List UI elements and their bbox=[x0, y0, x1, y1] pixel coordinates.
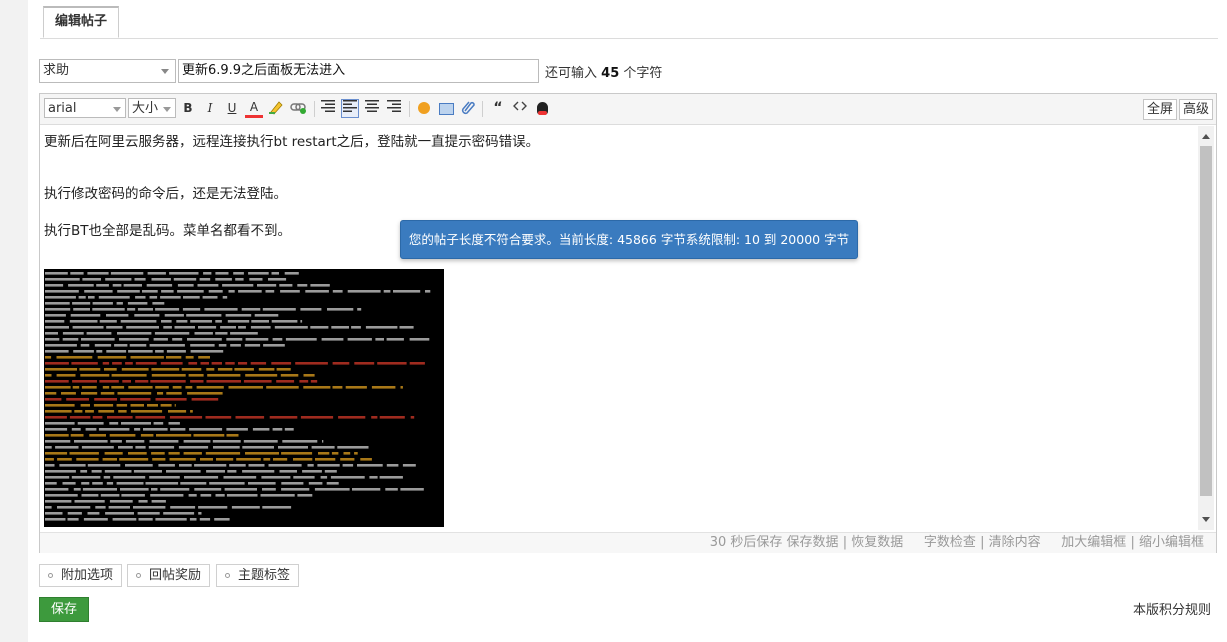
code-icon[interactable] bbox=[511, 99, 529, 118]
post-header-row: 求助 更新6.9.9之后面板无法进入 还可输入 45 个字符 bbox=[39, 59, 1219, 83]
font-size-value: 大小 bbox=[132, 101, 159, 116]
font-family-value: arial bbox=[48, 101, 77, 116]
shrink-editor-link[interactable]: 缩小编辑框 bbox=[1139, 535, 1204, 550]
reply-reward-label: 回帖奖励 bbox=[149, 568, 202, 583]
align-center-icon[interactable] bbox=[363, 99, 381, 118]
image-icon[interactable] bbox=[437, 99, 455, 118]
tab-bar: 编辑帖子 bbox=[40, 0, 1218, 39]
chevron-down-icon bbox=[113, 107, 121, 112]
topic-tags-label: 主题标签 bbox=[238, 568, 291, 583]
word-check-link[interactable]: 字数检查 bbox=[924, 535, 976, 550]
qq-icon[interactable] bbox=[533, 99, 551, 118]
toolbar-divider bbox=[482, 101, 483, 117]
left-strip bbox=[0, 0, 28, 642]
rich-text-editor: arial 大小 B I U A “ 全屏 高级 更新后在阿里云服务器，远程连接… bbox=[39, 93, 1217, 553]
autosave-text: 30 秒后保存 bbox=[709, 535, 783, 550]
toolbar-divider bbox=[409, 101, 410, 117]
clear-content-link[interactable]: 清除内容 bbox=[989, 535, 1041, 550]
align-right-icon[interactable] bbox=[385, 99, 403, 118]
scroll-down-icon[interactable] bbox=[1202, 517, 1210, 522]
remain-prefix: 还可输入 bbox=[545, 66, 598, 81]
content-line: 更新后在阿里云服务器，远程连接执行bt restart之后，登陆就一直提示密码错… bbox=[44, 134, 540, 150]
remain-count: 45 bbox=[601, 66, 620, 81]
content-line: 执行修改密码的命令后，还是无法登陆。 bbox=[44, 186, 287, 202]
editor-content[interactable]: 更新后在阿里云服务器，远程连接执行bt restart之后，登陆就一直提示密码错… bbox=[44, 130, 1194, 530]
advanced-button[interactable]: 高级 bbox=[1179, 99, 1214, 120]
align-justify-icon[interactable] bbox=[341, 99, 359, 118]
extra-options-button[interactable]: 附加选项 bbox=[39, 564, 123, 587]
editor-statusbar: 30 秒后保存 保存数据 | 恢复数据 字数检查 | 清除内容 加大编辑框 | … bbox=[40, 532, 1216, 553]
underline-button[interactable]: U bbox=[223, 99, 241, 118]
title-input[interactable]: 更新6.9.9之后面板无法进入 bbox=[178, 59, 539, 83]
attachment-icon[interactable] bbox=[459, 99, 477, 118]
chevron-down-icon bbox=[163, 107, 171, 112]
separator: | bbox=[1130, 535, 1135, 550]
highlight-icon[interactable] bbox=[267, 99, 285, 118]
separator: | bbox=[842, 535, 848, 550]
bullet-icon bbox=[48, 573, 53, 578]
bullet-icon bbox=[225, 573, 230, 578]
align-left-icon[interactable] bbox=[319, 99, 337, 118]
toolbar-divider bbox=[314, 101, 315, 117]
scroll-up-icon[interactable] bbox=[1202, 134, 1210, 139]
enlarge-editor-link[interactable]: 加大编辑框 bbox=[1061, 535, 1126, 550]
forum-rules-link[interactable]: 本版积分规则 bbox=[1133, 599, 1211, 618]
save-data-link[interactable]: 保存数据 bbox=[787, 535, 839, 550]
post-type-select[interactable]: 求助 bbox=[39, 59, 176, 83]
remain-suffix: 个字符 bbox=[623, 66, 663, 81]
font-color-button[interactable]: A bbox=[245, 99, 263, 118]
scrollbar-thumb[interactable] bbox=[1200, 146, 1212, 496]
italic-button[interactable]: I bbox=[201, 99, 219, 118]
link-icon[interactable] bbox=[289, 99, 307, 118]
quote-icon[interactable]: “ bbox=[489, 99, 507, 118]
editor-toolbar: arial 大小 B I U A “ 全屏 高级 bbox=[40, 94, 1216, 125]
post-type-value: 求助 bbox=[43, 63, 70, 78]
content-line: 执行BT也全部是乱码。菜单名都看不到。 bbox=[44, 223, 292, 239]
bold-button[interactable]: B bbox=[179, 99, 197, 118]
restore-data-link[interactable]: 恢复数据 bbox=[851, 535, 903, 550]
extra-options-label: 附加选项 bbox=[61, 568, 114, 583]
save-button[interactable]: 保存 bbox=[39, 597, 89, 622]
fullscreen-button[interactable]: 全屏 bbox=[1143, 99, 1178, 120]
editor-scrollbar[interactable] bbox=[1198, 126, 1214, 530]
font-family-select[interactable]: arial bbox=[44, 98, 126, 118]
remaining-chars: 还可输入 45 个字符 bbox=[545, 62, 662, 81]
terminal-screenshot-image bbox=[44, 269, 444, 527]
font-size-select[interactable]: 大小 bbox=[128, 98, 176, 118]
reply-reward-button[interactable]: 回帖奖励 bbox=[127, 564, 211, 587]
separator: | bbox=[980, 535, 985, 550]
topic-tags-button[interactable]: 主题标签 bbox=[216, 564, 300, 587]
chevron-down-icon bbox=[161, 69, 169, 74]
tab-edit-post[interactable]: 编辑帖子 bbox=[43, 6, 120, 38]
emoticon-icon[interactable] bbox=[415, 99, 433, 118]
bullet-icon bbox=[136, 573, 141, 578]
length-error-tooltip: 您的帖子长度不符合要求。当前长度: 45866 字节系统限制: 10 到 200… bbox=[400, 220, 858, 259]
